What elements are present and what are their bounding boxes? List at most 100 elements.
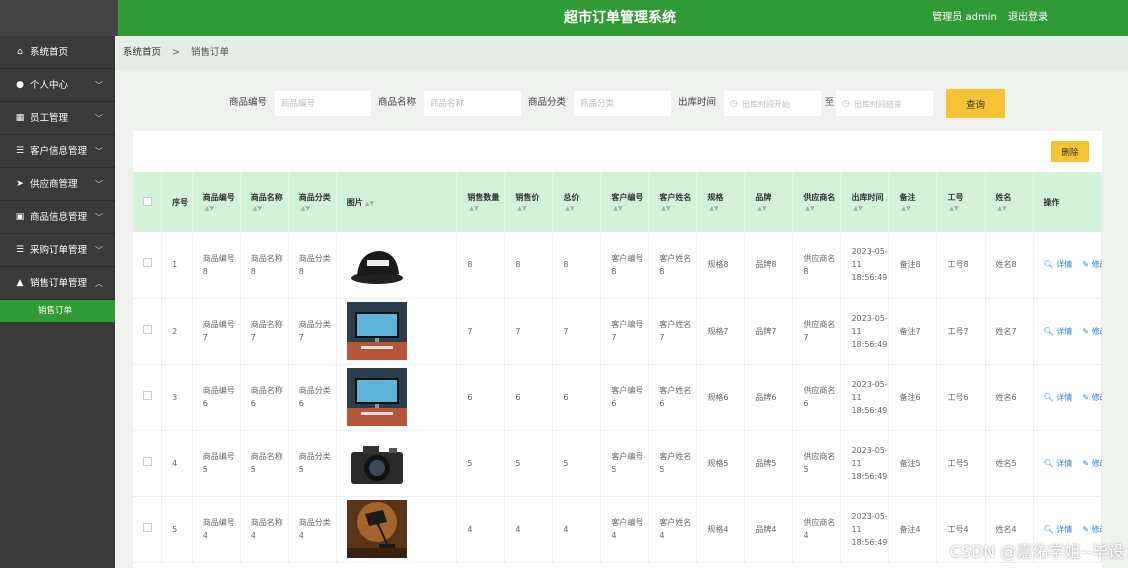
sidebar-item-personal[interactable]: ● 个人中心 ﹀: [0, 69, 115, 102]
outbound-time-label: 出库时间: [678, 97, 717, 108]
edit-button[interactable]: ✎ 修改: [1082, 327, 1102, 336]
cell-total: 5: [552, 430, 602, 497]
col-header-image[interactable]: 图片 ▲▼: [336, 172, 458, 232]
cell-code: 商品编号5: [192, 430, 241, 497]
breadcrumb-home[interactable]: 系统首页: [123, 47, 161, 58]
col-header-customer-no[interactable]: 客户编号 ▲▼: [600, 172, 650, 232]
sort-icon: ▲▼: [853, 205, 863, 212]
cell-name: 商品名称8: [240, 232, 289, 299]
cell-category: 商品分类5: [288, 430, 337, 497]
col-header-emp-no[interactable]: 工号 ▲▼: [936, 172, 986, 232]
row-checkbox[interactable]: [143, 390, 152, 400]
chevron-down-icon: ﹀: [95, 114, 103, 123]
current-user: 管理员 admin: [932, 12, 997, 23]
sidebar-item-sales-orders[interactable]: ▲ 销售订单管理 ︿: [0, 267, 115, 300]
chevron-down-icon: ﹀: [95, 246, 103, 255]
sidebar-item-suppliers[interactable]: ➤ 供应商管理 ﹀: [0, 168, 115, 201]
search-icon: 🔍︎: [1043, 524, 1054, 534]
select-all-checkbox[interactable]: [143, 196, 152, 206]
product-category-input[interactable]: [573, 90, 672, 117]
clipboard-icon: ▣: [15, 212, 25, 222]
col-header-customer-name[interactable]: 客户姓名 ▲▼: [648, 172, 698, 232]
sort-icon: ▲▼: [613, 205, 623, 212]
detail-button[interactable]: 🔍︎ 详情: [1044, 459, 1073, 468]
list-icon: ☰: [15, 146, 25, 156]
col-header-spec[interactable]: 规格 ▲▼: [696, 172, 746, 232]
col-header-category[interactable]: 商品分类 ▲▼: [288, 172, 337, 232]
row-checkbox[interactable]: [143, 258, 152, 268]
col-header-remark[interactable]: 备注 ▲▼: [888, 172, 938, 232]
chevron-down-icon: ﹀: [95, 213, 103, 222]
col-header-total[interactable]: 总价 ▲▼: [552, 172, 602, 232]
sidebar-item-staff[interactable]: ▦ 员工管理 ﹀: [0, 102, 115, 135]
end-date-picker[interactable]: ◷: [835, 90, 934, 117]
col-header-code[interactable]: 商品编号 ▲▼: [192, 172, 241, 232]
col-header-emp-name[interactable]: 姓名 ▲▼: [985, 172, 1034, 232]
edit-button[interactable]: ✎ 修改: [1082, 260, 1102, 269]
product-name-input[interactable]: [423, 90, 522, 117]
cell-customer-no: 客户编号4: [600, 496, 650, 563]
product-code-input[interactable]: [274, 90, 372, 117]
cell-time: 2023-05-11 18:56:49: [840, 298, 890, 365]
cell-name: 商品名称6: [240, 364, 289, 431]
col-header-name[interactable]: 商品名称 ▲▼: [240, 172, 289, 232]
cell-actions: 🔍︎ 详情 ✎ 修改: [1033, 298, 1102, 365]
chevron-up-icon: ︿: [95, 279, 103, 288]
col-header-time[interactable]: 出库时间 ▲▼: [840, 172, 890, 232]
sidebar-item-products[interactable]: ▣ 商品信息管理 ﹀: [0, 201, 115, 234]
detail-button[interactable]: 🔍︎ 详情: [1044, 525, 1073, 534]
search-icon: 🔍︎: [1043, 392, 1054, 402]
cell-customer-no: 客户编号8: [600, 232, 650, 299]
cell-supplier: 供应商名4: [792, 496, 842, 563]
sort-icon: ▲▼: [661, 205, 671, 212]
edit-button[interactable]: ✎ 修改: [1082, 525, 1102, 534]
clock-icon: ◷: [842, 99, 850, 109]
row-checkbox[interactable]: [143, 456, 152, 466]
cell-spec: 规格8: [696, 232, 746, 299]
cell-name: 商品名称7: [240, 298, 289, 365]
detail-button[interactable]: 🔍︎ 详情: [1044, 327, 1073, 336]
col-header-supplier[interactable]: 供应商名 ▲▼: [792, 172, 842, 232]
cell-category: 商品分类4: [288, 496, 337, 563]
delete-button[interactable]: 删除: [1051, 141, 1089, 162]
cell-time: 2023-05-11 18:56:49: [840, 364, 890, 431]
row-checkbox[interactable]: [143, 522, 152, 532]
sidebar-item-customers[interactable]: ☰ 客户信息管理 ﹀: [0, 135, 115, 168]
logout-link[interactable]: 退出登录: [1008, 12, 1048, 23]
query-button[interactable]: 查询: [946, 89, 1005, 118]
col-header-qty[interactable]: 销售数量 ▲▼: [456, 172, 506, 232]
row-checkbox[interactable]: [143, 324, 152, 334]
row-select: [133, 364, 163, 431]
detail-button[interactable]: 🔍︎ 详情: [1044, 393, 1073, 402]
edit-icon: ✎: [1082, 326, 1090, 336]
col-header-brand[interactable]: 品牌 ▲▼: [744, 172, 794, 232]
cell-actions: 🔍︎ 详情 ✎ 修改: [1033, 430, 1102, 497]
cell-customer-name: 客户姓名5: [648, 430, 698, 497]
sidebar-item-label: 客户信息管理: [30, 146, 88, 157]
start-date-input[interactable]: [742, 94, 814, 114]
row-select: [133, 430, 163, 497]
logo-area: [0, 0, 118, 36]
edit-button[interactable]: ✎ 修改: [1082, 459, 1102, 468]
sidebar-item-home[interactable]: ⌂ 系统首页: [0, 36, 115, 69]
edit-button[interactable]: ✎ 修改: [1082, 393, 1102, 402]
sidebar-item-label: 个人中心: [30, 80, 69, 91]
user-icon: ●: [16, 80, 24, 90]
cell-time: 2023-05-11 18:56:49: [840, 232, 890, 299]
search-icon: 🔍︎: [1043, 326, 1054, 336]
cell-brand: 品牌5: [744, 430, 794, 497]
sort-icon: ▲▼: [300, 205, 310, 212]
sidebar-subitem-sales-order[interactable]: 销售订单: [0, 300, 115, 322]
sidebar-item-purchase-orders[interactable]: ☰ 采购订单管理 ﹀: [0, 234, 115, 267]
start-date-picker[interactable]: ◷: [723, 90, 822, 117]
cell-total: 8: [552, 232, 602, 299]
cell-name: 商品名称5: [240, 430, 289, 497]
end-date-input[interactable]: [854, 94, 926, 114]
list-icon: ☰: [15, 245, 25, 255]
cell-emp-name: 姓名8: [985, 232, 1034, 299]
col-header-price[interactable]: 销售价 ▲▼: [504, 172, 554, 232]
detail-button[interactable]: 🔍︎ 详情: [1044, 260, 1073, 269]
cell-total: 4: [552, 496, 602, 563]
sort-icon: ▲▼: [997, 205, 1007, 212]
cell-emp-no: 工号7: [936, 298, 986, 365]
